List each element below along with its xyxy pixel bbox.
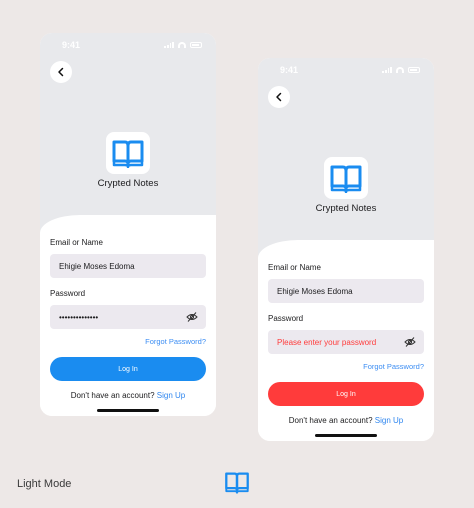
password-error-placeholder: Please enter your password	[277, 337, 377, 347]
login-button[interactable]: Log In	[268, 382, 424, 406]
chevron-left-icon	[58, 67, 64, 77]
email-field[interactable]: Ehigie Moses Edoma	[50, 254, 206, 278]
chevron-left-icon	[276, 92, 282, 102]
wifi-icon	[178, 42, 186, 48]
status-time: 9:41	[280, 65, 299, 75]
app-logo	[106, 132, 150, 174]
open-book-icon	[330, 165, 362, 193]
home-indicator	[315, 434, 377, 437]
eye-off-icon[interactable]	[186, 311, 198, 323]
mode-label: Light Mode	[17, 478, 72, 490]
signup-link[interactable]: Sign Up	[157, 391, 185, 400]
open-book-icon	[112, 140, 144, 168]
forgot-password-link[interactable]: Forgot Password?	[363, 362, 424, 371]
home-indicator	[97, 409, 159, 412]
password-value: ••••••••••••••	[59, 312, 99, 322]
password-label: Password	[268, 314, 304, 323]
login-screen-error: 9:41 Crypted Notes Email or Name Ehigie …	[258, 58, 434, 441]
back-button[interactable]	[268, 86, 290, 108]
email-value: Ehigie Moses Edoma	[59, 261, 135, 271]
email-label: Email or Name	[268, 263, 321, 272]
battery-icon	[190, 42, 202, 48]
login-button[interactable]: Log In	[50, 357, 206, 381]
signup-prompt: Don't have an account?	[70, 391, 155, 400]
signal-icon	[382, 67, 392, 73]
login-screen-default: 9:41 Crypted Notes Email or Name Ehigie …	[40, 33, 216, 416]
back-button[interactable]	[50, 61, 72, 83]
signup-row: Don't have an account? Sign Up	[40, 391, 216, 400]
forgot-password-link[interactable]: Forgot Password?	[145, 337, 206, 346]
password-label: Password	[50, 289, 86, 298]
signup-row: Don't have an account? Sign Up	[258, 416, 434, 425]
signup-link[interactable]: Sign Up	[375, 416, 403, 425]
password-field[interactable]: Please enter your password	[268, 330, 424, 354]
email-value: Ehigie Moses Edoma	[277, 286, 353, 296]
app-name: Crypted Notes	[97, 178, 159, 189]
signup-prompt: Don't have an account?	[288, 416, 373, 425]
wifi-icon	[396, 67, 404, 73]
app-name: Crypted Notes	[315, 203, 377, 214]
email-label: Email or Name	[50, 238, 103, 247]
battery-icon	[408, 67, 420, 73]
signal-icon	[164, 42, 174, 48]
status-time: 9:41	[62, 40, 81, 50]
status-bar: 9:41	[280, 65, 420, 75]
email-field[interactable]: Ehigie Moses Edoma	[268, 279, 424, 303]
app-logo	[324, 157, 368, 199]
status-bar: 9:41	[62, 40, 202, 50]
open-book-icon	[225, 472, 249, 494]
password-field[interactable]: ••••••••••••••	[50, 305, 206, 329]
eye-off-icon[interactable]	[404, 336, 416, 348]
